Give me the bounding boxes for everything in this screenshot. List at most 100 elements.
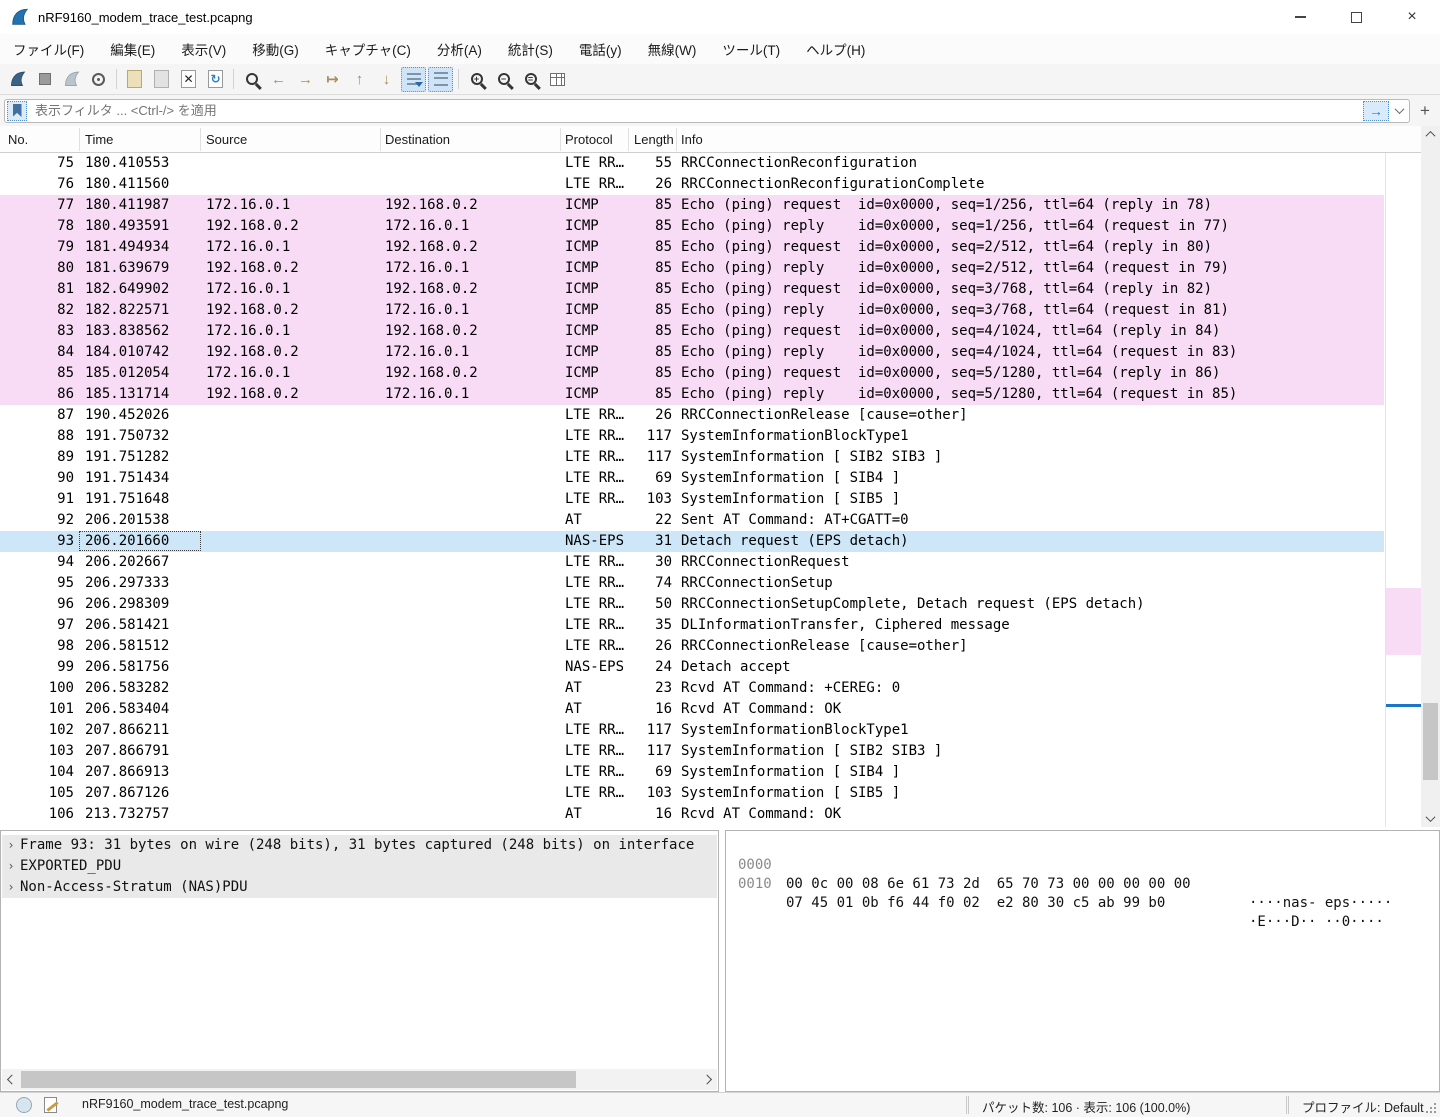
expand-chevron-icon[interactable]: › — [2, 877, 20, 898]
capture-options-icon[interactable] — [86, 67, 111, 92]
go-back-icon[interactable]: ← — [266, 67, 291, 92]
capture-comment-icon[interactable] — [44, 1097, 57, 1113]
scroll-down-icon[interactable] — [1421, 810, 1440, 827]
resize-grip[interactable] — [1426, 1103, 1436, 1113]
menu-view[interactable]: 表示(V) — [168, 34, 239, 64]
expand-chevron-icon[interactable]: › — [2, 835, 20, 856]
table-row[interactable]: 91191.751648LTE RR…103SystemInformation … — [0, 489, 1384, 510]
open-file-icon[interactable] — [122, 67, 147, 92]
table-row[interactable]: 78180.493591192.168.0.2172.16.0.1ICMP85E… — [0, 216, 1384, 237]
menu-go[interactable]: 移動(G) — [239, 34, 312, 64]
filter-dropdown-chevron-icon[interactable] — [1391, 101, 1407, 121]
restart-capture-icon[interactable] — [59, 67, 84, 92]
resize-columns-icon[interactable] — [545, 67, 570, 92]
auto-scroll-icon[interactable] — [401, 67, 426, 92]
close-button[interactable]: × — [1384, 0, 1440, 34]
table-row[interactable]: 84184.010742192.168.0.2172.16.0.1ICMP85E… — [0, 342, 1384, 363]
column-header-info[interactable]: Info — [681, 126, 981, 153]
table-row[interactable]: 80181.639679192.168.0.2172.16.0.1ICMP85E… — [0, 258, 1384, 279]
table-row[interactable]: 94206.202667LTE RR…30RRCConnectionReques… — [0, 552, 1384, 573]
menu-capture[interactable]: キャプチャ(C) — [312, 34, 424, 64]
table-row[interactable]: 81182.649902172.16.0.1192.168.0.2ICMP85E… — [0, 279, 1384, 300]
menu-wireless[interactable]: 無線(W) — [635, 34, 710, 64]
go-to-packet-icon[interactable]: ↦ — [320, 67, 345, 92]
column-header-destination[interactable]: Destination — [385, 126, 555, 153]
column-header-time[interactable]: Time — [85, 126, 197, 153]
stop-capture-icon[interactable] — [32, 67, 57, 92]
menu-help[interactable]: ヘルプ(H) — [793, 34, 878, 64]
table-row[interactable]: 97206.581421LTE RR…35DLInformationTransf… — [0, 615, 1384, 636]
table-row[interactable]: 88191.750732LTE RR…117SystemInformationB… — [0, 426, 1384, 447]
save-file-icon[interactable] — [149, 67, 174, 92]
table-row[interactable]: 101206.583404AT16Rcvd AT Command: OK — [0, 699, 1384, 720]
hscrollbar-thumb[interactable] — [21, 1071, 576, 1088]
find-packet-icon[interactable] — [239, 67, 264, 92]
hex-line[interactable]: 0000 00 0c 00 08 6e 61 73 2d 65 70 73 00… — [726, 837, 1439, 856]
detail-pane-hscrollbar[interactable] — [2, 1069, 717, 1090]
start-capture-icon[interactable] — [5, 67, 30, 92]
table-row[interactable]: 100206.583282AT23Rcvd AT Command: +CEREG… — [0, 678, 1384, 699]
scroll-up-icon[interactable] — [1421, 126, 1440, 143]
column-header-source[interactable]: Source — [206, 126, 376, 153]
packet-minimap[interactable] — [1385, 153, 1421, 827]
profile-label[interactable]: プロファイル: Default — [1302, 1097, 1424, 1116]
vscrollbar-thumb[interactable] — [1423, 703, 1438, 780]
table-row[interactable]: 93206.201660NAS-EPS31Detach request (EPS… — [0, 531, 1384, 552]
menu-analyze[interactable]: 分析(A) — [424, 34, 495, 64]
zoom-in-icon[interactable]: + — [464, 67, 489, 92]
table-row[interactable]: 95206.297333LTE RR…74RRCConnectionSetup — [0, 573, 1384, 594]
menu-statistics[interactable]: 統計(S) — [495, 34, 566, 64]
menu-tools[interactable]: ツール(T) — [709, 34, 793, 64]
table-row[interactable]: 99206.581756NAS-EPS24Detach accept — [0, 657, 1384, 678]
colorize-icon[interactable] — [428, 67, 453, 92]
go-forward-icon[interactable]: → — [293, 67, 318, 92]
menu-file[interactable]: ファイル(F) — [0, 34, 97, 64]
table-row[interactable]: 106213.732757AT16Rcvd AT Command: OK — [0, 804, 1384, 825]
go-last-packet-icon[interactable]: ↓ — [374, 67, 399, 92]
table-row[interactable]: 86185.131714192.168.0.2172.16.0.1ICMP85E… — [0, 384, 1384, 405]
table-row[interactable]: 98206.581512LTE RR…26RRCConnectionReleas… — [0, 636, 1384, 657]
table-row[interactable]: 105207.867126LTE RR…103SystemInformation… — [0, 783, 1384, 804]
go-first-packet-icon[interactable]: ↑ — [347, 67, 372, 92]
hex-line[interactable]: 0010 07 45 01 0b f6 44 f0 02 e2 80 30 c5… — [726, 856, 1439, 875]
table-row[interactable]: 82182.822571192.168.0.2172.16.0.1ICMP85E… — [0, 300, 1384, 321]
column-header-no[interactable]: No. — [8, 126, 74, 153]
reload-file-icon[interactable]: ↻ — [203, 67, 228, 92]
packet-list-vscrollbar[interactable] — [1421, 126, 1440, 827]
detail-row-nas-pdu[interactable]: ›Non-Access-Stratum (NAS)PDU — [2, 877, 717, 898]
table-row[interactable]: 96206.298309LTE RR…50RRCConnectionSetupC… — [0, 594, 1384, 615]
column-header-protocol[interactable]: Protocol — [565, 126, 625, 153]
detail-row-frame[interactable]: ›Frame 93: 31 bytes on wire (248 bits), … — [2, 835, 717, 856]
filter-bookmark-icon[interactable] — [7, 101, 27, 121]
zoom-out-icon[interactable]: − — [491, 67, 516, 92]
scroll-left-icon[interactable] — [2, 1069, 19, 1090]
table-row[interactable]: 75180.410553LTE RR…55RRCConnectionReconf… — [0, 153, 1384, 174]
scroll-right-icon[interactable] — [700, 1069, 717, 1090]
table-row[interactable]: 103207.866791LTE RR…117SystemInformation… — [0, 741, 1384, 762]
apply-filter-button[interactable]: → — [1363, 101, 1389, 121]
menu-edit[interactable]: 編集(E) — [97, 34, 168, 64]
table-row[interactable]: 79181.494934172.16.0.1192.168.0.2ICMP85E… — [0, 237, 1384, 258]
table-row[interactable]: 76180.411560LTE RR…26RRCConnectionReconf… — [0, 174, 1384, 195]
minimize-button[interactable] — [1272, 0, 1328, 34]
table-row[interactable]: 83183.838562172.16.0.1192.168.0.2ICMP85E… — [0, 321, 1384, 342]
table-row[interactable]: 87190.452026LTE RR…26RRCConnectionReleas… — [0, 405, 1384, 426]
detail-row-exported-pdu[interactable]: ›EXPORTED_PDU — [2, 856, 717, 877]
table-row[interactable]: 92206.201538AT22Sent AT Command: AT+CGAT… — [0, 510, 1384, 531]
table-row[interactable]: 90191.751434LTE RR…69SystemInformation [… — [0, 468, 1384, 489]
cell-length: 85 — [600, 237, 672, 258]
add-filter-button[interactable]: + — [1414, 99, 1436, 123]
table-row[interactable]: 102207.866211LTE RR…117SystemInformation… — [0, 720, 1384, 741]
table-row[interactable]: 85185.012054172.16.0.1192.168.0.2ICMP85E… — [0, 363, 1384, 384]
close-file-icon[interactable]: ✕ — [176, 67, 201, 92]
column-header-length[interactable]: Length — [634, 126, 674, 153]
maximize-button[interactable] — [1328, 0, 1384, 34]
menu-telephony[interactable]: 電話(y) — [566, 34, 635, 64]
expand-chevron-icon[interactable]: › — [2, 856, 20, 877]
table-row[interactable]: 77180.411987172.16.0.1192.168.0.2ICMP85E… — [0, 195, 1384, 216]
table-row[interactable]: 89191.751282LTE RR…117SystemInformation … — [0, 447, 1384, 468]
display-filter-input[interactable] — [33, 102, 1363, 119]
table-row[interactable]: 104207.866913LTE RR…69SystemInformation … — [0, 762, 1384, 783]
expert-info-icon[interactable] — [16, 1097, 32, 1113]
zoom-reset-icon[interactable]: = — [518, 67, 543, 92]
